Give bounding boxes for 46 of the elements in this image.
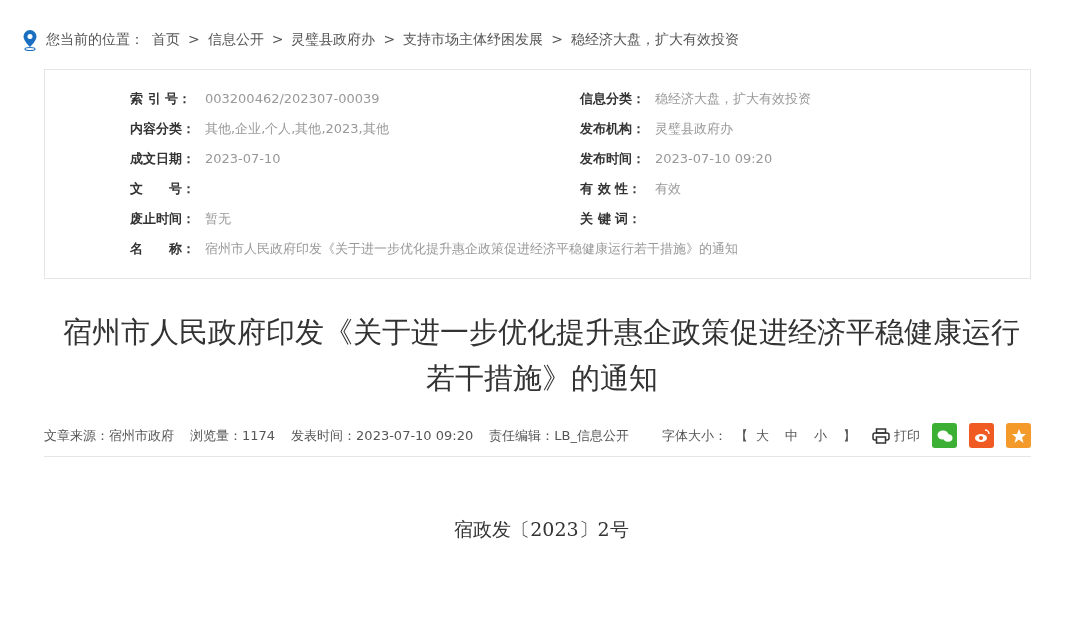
location-pin-icon	[22, 28, 38, 51]
article-meta: 发表时间：2023-07-10 09:20	[291, 426, 474, 445]
field-label: 索 引 号：	[130, 90, 193, 109]
field-label: 内容分类：	[130, 120, 196, 139]
breadcrumb-separator: >	[188, 30, 200, 49]
breadcrumb-separator: >	[271, 30, 284, 49]
eye-icon[interactable]	[969, 423, 994, 448]
field-label: 废止时间：	[130, 210, 196, 229]
breadcrumb-link[interactable]: 稳经济大盘，扩大有效投资	[570, 29, 739, 50]
field-value: 003200462/202307-00039	[205, 90, 380, 109]
article-meta: 责任编辑：LB_信息公开	[489, 426, 629, 445]
field-value: 其他,企业,个人,其他,2023,其他	[205, 120, 389, 139]
field-label: 信息分类：	[580, 90, 646, 109]
article-meta: 文章来源：宿州市政府	[44, 426, 174, 445]
printer-icon	[872, 427, 890, 444]
font-size-link[interactable]: 大	[756, 425, 769, 446]
bracket: 】	[843, 426, 856, 445]
field-value: 暂无	[205, 210, 231, 229]
print-link[interactable]: 打印	[872, 425, 920, 446]
chat-bubbles-icon[interactable]	[932, 423, 957, 448]
field-value: 2023-07-10 09:20	[655, 150, 773, 169]
field-value: 2023-07-10	[205, 150, 281, 169]
breadcrumb-label: 您当前的位置：	[46, 30, 144, 49]
breadcrumb-link[interactable]: 首页	[152, 29, 180, 50]
article-meta: 浏览量：1174	[190, 426, 276, 445]
breadcrumb-link[interactable]: 灵璧县政府办	[291, 29, 376, 50]
breadcrumb-link[interactable]: 信息公开	[207, 29, 264, 50]
field-label: 发布机构：	[580, 120, 646, 139]
font-size-link[interactable]: 中	[785, 425, 798, 446]
field-label: 成文日期：	[130, 150, 196, 169]
document-number: 宿政发〔2023〕2号	[453, 517, 630, 542]
field-label: 文 号：	[130, 180, 196, 199]
font-size-link[interactable]: 小	[814, 425, 827, 446]
field-label: 关 键 词：	[580, 210, 643, 229]
field-value: 灵璧县政府办	[655, 120, 733, 139]
article-title: 宿州市人民政府印发《关于进一步优化提升惠企政策促进经济平稳健康运行若干措施》的通知	[62, 314, 1021, 397]
bracket: 【	[735, 426, 748, 445]
field-value: 稳经济大盘，扩大有效投资	[655, 90, 811, 109]
breadcrumb-separator: >	[383, 30, 396, 49]
field-label: 发布时间：	[580, 150, 646, 169]
breadcrumb-separator: >	[551, 30, 563, 49]
font-size-label: 字体大小：	[662, 426, 727, 445]
field-value: 有效	[655, 180, 681, 199]
field-label: 有 效 性：	[580, 180, 643, 199]
breadcrumb-link[interactable]: 支持市场主体纾困发展	[403, 29, 544, 50]
field-label: 名 称：	[130, 240, 196, 259]
